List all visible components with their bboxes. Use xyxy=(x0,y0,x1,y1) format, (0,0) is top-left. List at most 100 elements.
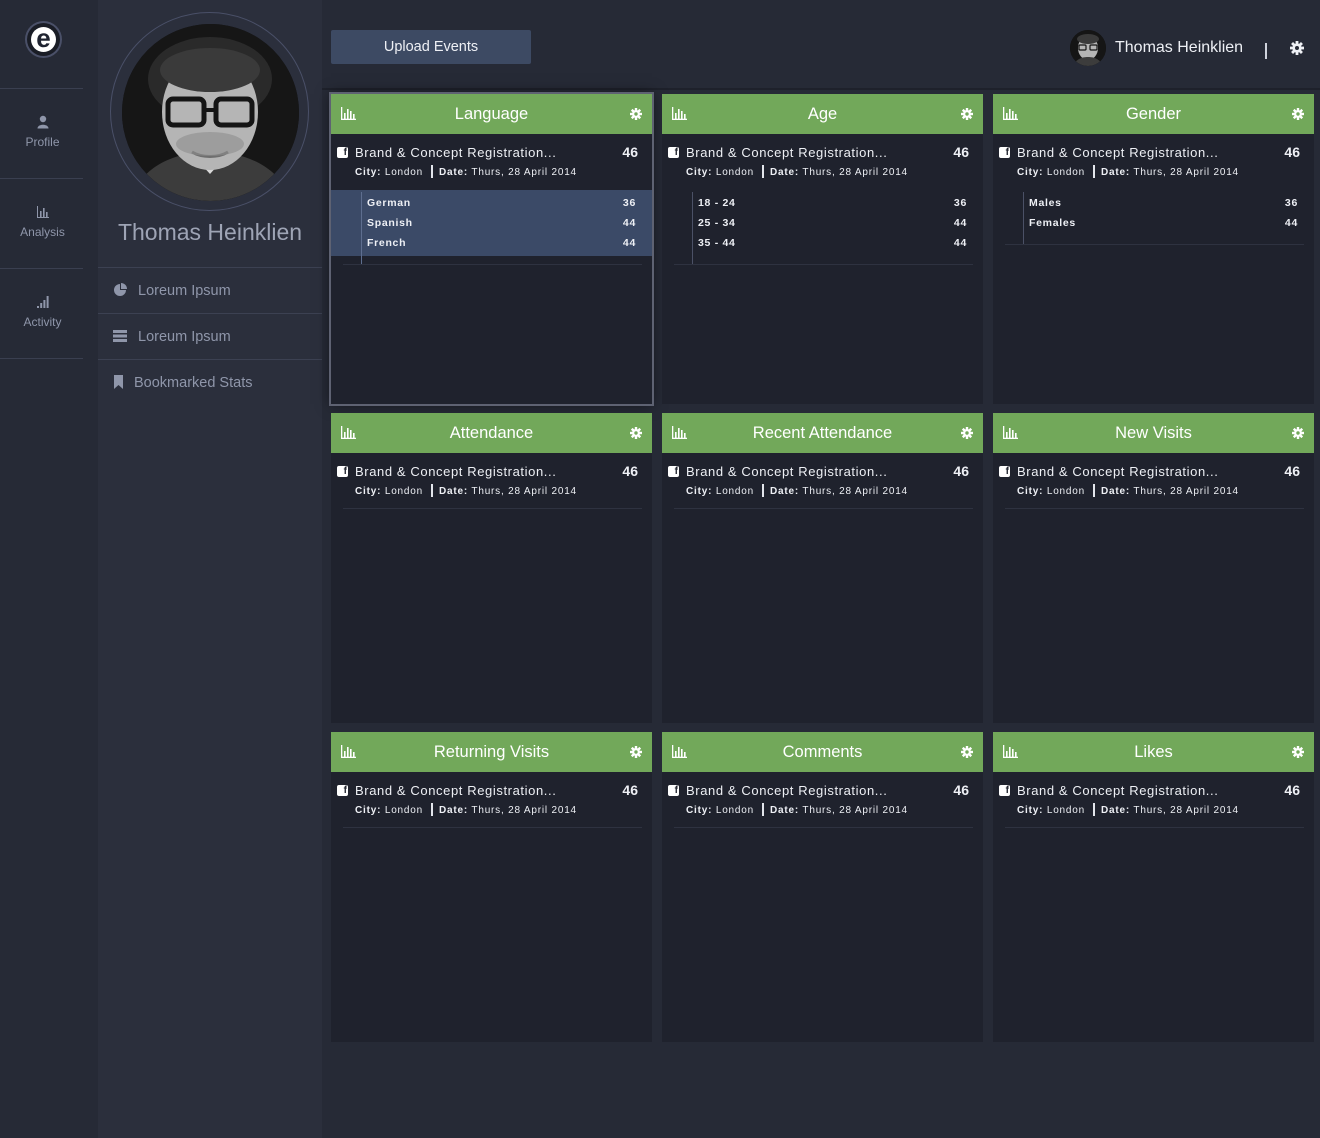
bar-chart-icon xyxy=(341,107,356,120)
list-item[interactable]: 35 - 44 44 xyxy=(662,232,983,252)
meta-divider xyxy=(431,803,433,816)
breakdown-list: German 36 Spanish 44 French 44 xyxy=(331,190,652,264)
divider xyxy=(1005,508,1304,509)
rail-item-profile[interactable]: Profile xyxy=(0,89,85,178)
row-value: 44 xyxy=(622,237,636,249)
list-item[interactable]: German 36 xyxy=(331,192,652,212)
app-logo[interactable]: e xyxy=(27,23,60,56)
upload-events-button[interactable]: Upload Events xyxy=(331,30,531,64)
event-title: Brand & Concept Registration... xyxy=(1017,145,1219,160)
card-likes[interactable]: Likes f Brand & Concept Registration... 46 C… xyxy=(993,732,1314,1042)
city-value: London xyxy=(715,167,754,178)
user-name[interactable]: Thomas Heinklien xyxy=(1115,39,1243,57)
event-entry[interactable]: f Brand & Concept Registration... 46 City: … xyxy=(331,134,652,190)
card-title: Recent Attendance xyxy=(752,424,893,442)
list-icon xyxy=(113,330,127,342)
list-item[interactable]: 25 - 34 44 xyxy=(662,212,983,232)
event-entry[interactable]: f Brand & Concept Registration... 46 City: … xyxy=(662,453,983,509)
card-attendance[interactable]: Attendance f Brand & Concept Registration.… xyxy=(331,413,652,723)
breakdown-list: Males 36 Females 44 xyxy=(993,190,1314,244)
list-spacer xyxy=(993,236,1314,246)
list-item[interactable]: Males 36 xyxy=(993,192,1314,212)
user-photo xyxy=(1070,30,1106,66)
list-item[interactable]: 18 - 24 36 xyxy=(662,192,983,212)
rail-item-label: Activity xyxy=(23,315,62,329)
meta-divider xyxy=(762,484,764,497)
card-comments[interactable]: Comments f Brand & Concept Registration...… xyxy=(662,732,983,1042)
gear-icon[interactable] xyxy=(630,746,642,758)
city-value: London xyxy=(384,167,423,178)
city-value: London xyxy=(1046,167,1085,178)
event-count: 46 xyxy=(622,782,638,798)
card-title: Language xyxy=(454,105,529,123)
row-value: 36 xyxy=(622,197,636,209)
event-entry[interactable]: f Brand & Concept Registration... 46 City: … xyxy=(993,134,1314,190)
event-meta: City: London Date: Thurs, 28 April 2014 xyxy=(355,803,577,816)
card-gender[interactable]: Gender f Brand & Concept Registration... 46… xyxy=(993,94,1314,404)
card-returning-visits[interactable]: Returning Visits f Brand & Concept Registr… xyxy=(331,732,652,1042)
card-new-visits[interactable]: New Visits f Brand & Concept Registration.… xyxy=(993,413,1314,723)
date-label: Date: xyxy=(770,167,800,178)
gear-icon[interactable] xyxy=(1292,108,1304,120)
list-item[interactable]: Spanish 44 xyxy=(331,212,652,232)
city-label: City: xyxy=(1017,167,1044,178)
profile-menu-item[interactable]: Bookmarked Stats xyxy=(98,359,322,405)
date-label: Date: xyxy=(770,486,800,497)
date-value: Thurs, 28 April 2014 xyxy=(802,486,908,497)
gear-icon[interactable] xyxy=(961,427,973,439)
city-label: City: xyxy=(355,167,382,178)
list-item[interactable]: Females 44 xyxy=(993,212,1314,232)
gear-icon[interactable] xyxy=(1292,427,1304,439)
profile-menu-item[interactable]: Loreum Ipsum xyxy=(98,313,322,359)
signal-bars-icon xyxy=(36,296,49,308)
divider xyxy=(1005,244,1304,245)
event-count: 46 xyxy=(953,463,969,479)
event-entry[interactable]: f Brand & Concept Registration... 46 City: … xyxy=(993,453,1314,509)
card-age[interactable]: Age f Brand & Concept Registration... 46 Cit… xyxy=(662,94,983,404)
event-meta: City: London Date: Thurs, 28 April 2014 xyxy=(1017,165,1239,178)
card-header: Gender xyxy=(993,94,1314,134)
card-header: Recent Attendance xyxy=(662,413,983,453)
card-title: Likes xyxy=(1134,743,1173,761)
date-value: Thurs, 28 April 2014 xyxy=(1133,486,1239,497)
avatar[interactable] xyxy=(122,24,299,201)
facebook-icon: f xyxy=(999,147,1010,158)
date-value: Thurs, 28 April 2014 xyxy=(471,486,577,497)
row-value: 44 xyxy=(953,237,967,249)
gear-icon[interactable] xyxy=(1292,746,1304,758)
list-item[interactable]: French 44 xyxy=(331,232,652,252)
card-title: Gender xyxy=(1125,105,1182,123)
facebook-icon: f xyxy=(999,785,1010,796)
event-entry[interactable]: f Brand & Concept Registration... 46 City: … xyxy=(662,134,983,190)
facebook-icon: f xyxy=(999,466,1010,477)
settings-gear-icon[interactable] xyxy=(1290,41,1304,55)
event-count: 46 xyxy=(622,144,638,160)
event-entry[interactable]: f Brand & Concept Registration... 46 City: … xyxy=(662,772,983,828)
bar-chart-icon xyxy=(36,206,49,218)
profile-menu-item[interactable]: Loreum Ipsum xyxy=(98,267,322,313)
gear-icon[interactable] xyxy=(630,108,642,120)
avatar[interactable] xyxy=(1070,30,1106,66)
divider xyxy=(674,827,973,828)
card-header: Language xyxy=(331,94,652,134)
card-recent-attendance[interactable]: Recent Attendance f Brand & Concept Regist… xyxy=(662,413,983,723)
pie-chart-icon xyxy=(114,283,127,296)
event-title: Brand & Concept Registration... xyxy=(686,145,888,160)
facebook-icon: f xyxy=(337,785,348,796)
facebook-icon: f xyxy=(668,466,679,477)
card-header: Attendance xyxy=(331,413,652,453)
event-meta: City: London Date: Thurs, 28 April 2014 xyxy=(686,165,908,178)
event-entry[interactable]: f Brand & Concept Registration... 46 City: … xyxy=(331,453,652,509)
event-entry[interactable]: f Brand & Concept Registration... 46 City: … xyxy=(331,772,652,828)
rail-item-activity[interactable]: Activity xyxy=(0,269,85,358)
rail-item-analysis[interactable]: Analysis xyxy=(0,179,85,268)
card-language[interactable]: Language f Brand & Concept Registration...… xyxy=(329,92,654,406)
event-entry[interactable]: f Brand & Concept Registration... 46 City: … xyxy=(993,772,1314,828)
divider xyxy=(343,264,642,265)
gear-icon[interactable] xyxy=(961,746,973,758)
gear-icon[interactable] xyxy=(630,427,642,439)
profile-avatar-frame xyxy=(110,12,309,211)
gear-icon[interactable] xyxy=(961,108,973,120)
city-label: City: xyxy=(686,167,713,178)
card-header: Returning Visits xyxy=(331,732,652,772)
